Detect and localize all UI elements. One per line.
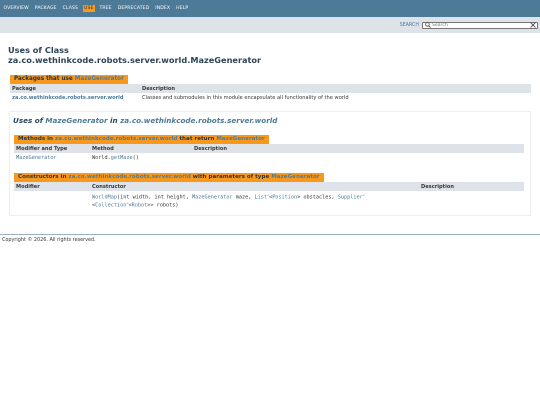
uses-section: Uses of MazeGenerator in za.co.wethinkco… bbox=[9, 111, 531, 217]
methods-table: Modifier and Type Method Description Maz… bbox=[14, 144, 524, 163]
constructor-link[interactable]: WorldMap bbox=[92, 195, 117, 201]
table-row: WorldMap(int width, int height, MazeGene… bbox=[14, 191, 524, 210]
nav-help[interactable]: HELP bbox=[175, 5, 190, 12]
packages-caption-text: Packages that use bbox=[14, 76, 75, 82]
external-link-icon: ↗ bbox=[362, 193, 365, 197]
supplier-type-link[interactable]: Supplier bbox=[338, 195, 363, 201]
table-row: MazeGenerator World.getMaze() bbox=[14, 153, 524, 163]
constructors-caption-prefix: Constructors in bbox=[18, 174, 69, 180]
sig-part: > obstacles, bbox=[297, 194, 338, 201]
packages-table-header: Package Description bbox=[10, 84, 531, 93]
page-title-line2: za.co.wethinkcode.robots.server.world.Ma… bbox=[8, 55, 262, 65]
method-owner: World. bbox=[92, 155, 111, 161]
robot-type-link[interactable]: Robot bbox=[132, 202, 148, 208]
nav-overview[interactable]: OVERVIEW bbox=[2, 5, 30, 12]
col-constructor: Constructor bbox=[90, 182, 419, 191]
constructor-signature: WorldMap(int width, int height, MazeGene… bbox=[90, 191, 419, 210]
col-constructor-description: Description bbox=[419, 182, 524, 191]
methods-caption: Methods in za.co.wethinkcode.robots.serv… bbox=[14, 134, 269, 144]
constructor-description bbox=[419, 191, 524, 210]
packages-caption: Packages that use MazeGenerator bbox=[10, 74, 128, 84]
methods-caption-class-link[interactable]: MazeGenerator bbox=[216, 136, 264, 142]
constructors-caption: Constructors in za.co.wethinkcode.robots… bbox=[14, 172, 324, 182]
method-link[interactable]: getMaze bbox=[111, 155, 133, 161]
search-box[interactable] bbox=[422, 21, 538, 29]
constructors-caption-class-link[interactable]: MazeGenerator bbox=[271, 174, 319, 180]
list-type-link[interactable]: List bbox=[254, 195, 267, 201]
collection-type-link[interactable]: Collection bbox=[95, 202, 126, 208]
methods-caption-prefix: Methods in bbox=[18, 136, 55, 142]
uses-heading-prefix: Uses of bbox=[13, 116, 46, 125]
uses-heading-class-link[interactable]: MazeGenerator bbox=[45, 116, 107, 125]
position-type-link[interactable]: Position bbox=[272, 195, 297, 201]
page-title-line1: Uses of Class bbox=[8, 45, 69, 55]
nav-package[interactable]: PACKAGE bbox=[33, 5, 58, 12]
sig-part: maze, bbox=[232, 194, 255, 201]
constructors-caption-middle: with parameters of type bbox=[190, 174, 272, 180]
uses-heading-package-link[interactable]: za.co.wethinkcode.robots.server.world bbox=[120, 116, 277, 125]
nav-use: USE bbox=[82, 5, 96, 12]
col-method-description: Description bbox=[192, 144, 524, 153]
uses-heading-middle: in bbox=[107, 116, 121, 125]
package-link[interactable]: za.co.wethinkcode.robots.server.world bbox=[12, 95, 124, 101]
methods-caption-package-link[interactable]: za.co.wethinkcode.robots.server.world bbox=[55, 136, 177, 142]
return-type-link[interactable]: MazeGenerator bbox=[16, 155, 57, 161]
uses-heading: Uses of MazeGenerator in za.co.wethinkco… bbox=[13, 116, 530, 125]
col-modifier: Modifier bbox=[14, 182, 90, 191]
nav-index[interactable]: INDEX bbox=[154, 5, 172, 12]
methods-table-header: Modifier and Type Method Description bbox=[14, 144, 524, 153]
nav-tree[interactable]: TREE bbox=[98, 5, 113, 12]
constructors-table: Modifier Constructor Description WorldMa… bbox=[14, 182, 524, 210]
nav-deprecated[interactable]: DEPRECATED bbox=[116, 5, 151, 12]
package-description: Classes and submodules in this module en… bbox=[142, 95, 349, 101]
packages-table: Package Description za.co.wethinkcode.ro… bbox=[10, 84, 531, 103]
search-icon bbox=[424, 22, 431, 29]
page-title: Uses of Class za.co.wethinkcode.robots.s… bbox=[8, 45, 540, 65]
search-input[interactable] bbox=[431, 22, 530, 28]
search-label: SEARCH bbox=[399, 22, 419, 28]
col-description: Description bbox=[140, 84, 531, 93]
col-modifier-type: Modifier and Type bbox=[14, 144, 90, 153]
constructors-caption-package-link[interactable]: za.co.wethinkcode.robots.server.world bbox=[68, 174, 190, 180]
method-description bbox=[192, 153, 524, 163]
clear-search-icon[interactable] bbox=[530, 22, 536, 28]
constructor-modifier bbox=[14, 191, 90, 210]
top-navigation-bar: OVERVIEW PACKAGE CLASS USE TREE DEPRECAT… bbox=[0, 0, 540, 17]
constructors-table-header: Modifier Constructor Description bbox=[14, 182, 524, 191]
packages-caption-class-link[interactable]: MazeGenerator bbox=[75, 76, 124, 82]
col-package: Package bbox=[10, 84, 140, 93]
methods-caption-middle: that return bbox=[177, 136, 217, 142]
method-params: () bbox=[132, 155, 139, 161]
sig-part: >> robots) bbox=[147, 202, 179, 209]
footer: Copyright © 2026. All rights reserved. bbox=[0, 234, 540, 245]
table-row: za.co.wethinkcode.robots.server.world Cl… bbox=[10, 93, 531, 103]
col-method: Method bbox=[90, 144, 192, 153]
copyright-text: Copyright © 2026. All rights reserved. bbox=[2, 237, 96, 244]
sub-navigation-bar: SEARCH bbox=[0, 17, 540, 33]
nav-class[interactable]: CLASS bbox=[61, 5, 79, 12]
maze-generator-type-link[interactable]: MazeGenerator bbox=[192, 195, 233, 201]
